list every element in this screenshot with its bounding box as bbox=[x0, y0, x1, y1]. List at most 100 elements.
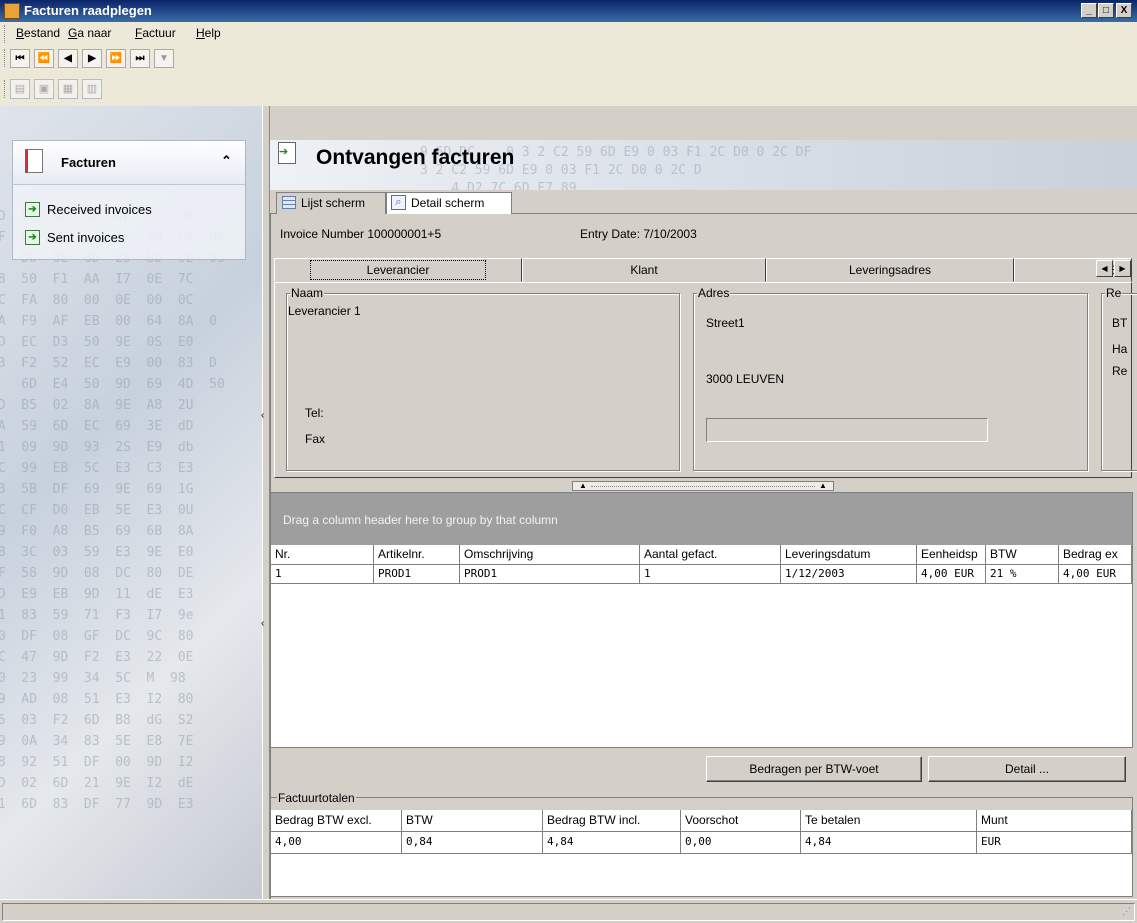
received-invoices-icon: ➔ bbox=[25, 202, 40, 217]
nav-item-label: Received invoices bbox=[47, 202, 152, 217]
totals-header-excl[interactable]: Bedrag BTW excl. bbox=[271, 810, 402, 832]
column-header-nr[interactable]: Nr. bbox=[271, 545, 374, 565]
menu-bar: Bestand Ga naar Factuur Help bbox=[0, 22, 1137, 44]
table-cell[interactable]: 1 bbox=[271, 565, 374, 584]
table-cell[interactable]: 0,84 bbox=[402, 832, 543, 854]
copy-icon[interactable]: ▣ bbox=[34, 79, 54, 99]
last-record-icon[interactable]: ⏭ bbox=[130, 49, 150, 68]
table-cell[interactable]: 4,00 EUR bbox=[917, 565, 986, 584]
totals-header-voorschot[interactable]: Voorschot bbox=[681, 810, 801, 832]
table-cell[interactable]: EUR bbox=[977, 832, 1132, 854]
pane-splitter[interactable]: ‹ ‹ bbox=[261, 106, 270, 899]
tab-label: Leverancier bbox=[309, 260, 487, 280]
column-header-omschrijving[interactable]: Omschrijving bbox=[460, 545, 640, 565]
table-cell[interactable]: 1/12/2003 bbox=[781, 565, 917, 584]
previous-record-icon[interactable]: ◀ bbox=[58, 49, 78, 68]
resize-grip-icon[interactable]: ⋰ bbox=[1122, 906, 1131, 917]
splitter-collapse-icon[interactable]: ‹ bbox=[261, 410, 264, 421]
tab-scroll-right-icon[interactable]: ▶ bbox=[1114, 260, 1131, 277]
chevron-up-icon[interactable]: ▲ bbox=[579, 482, 587, 490]
menu-bestand[interactable]: Bestand bbox=[16, 26, 60, 40]
status-bar: ⋰ bbox=[0, 899, 1137, 923]
left-pane: 5D 02 8A 9E 4F C0 0E 4F EB DE 92 4F 50 E… bbox=[0, 106, 262, 899]
toolbar-grip bbox=[4, 80, 7, 98]
table-cell[interactable]: 21 % bbox=[986, 565, 1059, 584]
supplier-name: Leverancier 1 bbox=[288, 304, 361, 318]
entry-date: Entry Date: 7/10/2003 bbox=[580, 227, 697, 241]
title-bar: Facturen raadplegen _ □ X bbox=[0, 0, 1137, 22]
facturen-panel-header[interactable]: Facturen ⌃ bbox=[13, 141, 245, 185]
tab-leveringsadres[interactable]: Leveringsadres bbox=[766, 258, 1014, 282]
document-icon[interactable]: ▥ bbox=[82, 79, 102, 99]
first-record-icon[interactable]: ⏮ bbox=[10, 49, 30, 68]
column-header-btw[interactable]: BTW bbox=[986, 545, 1059, 565]
tab-label: Detail scherm bbox=[411, 196, 485, 210]
table-cell[interactable]: 4,84 bbox=[801, 832, 977, 854]
table-cell[interactable]: 4,00 EUR bbox=[1059, 565, 1132, 584]
fax-label: Fax bbox=[305, 432, 326, 446]
previous-page-icon[interactable]: ⏪ bbox=[34, 49, 54, 68]
maximize-button[interactable]: □ bbox=[1098, 3, 1114, 18]
minimize-button[interactable]: _ bbox=[1081, 3, 1097, 18]
collapse-chevron-icon[interactable]: ⌃ bbox=[221, 153, 232, 169]
menu-help[interactable]: Help bbox=[196, 26, 221, 40]
column-header-aantal[interactable]: Aantal gefact. bbox=[640, 545, 781, 565]
received-invoice-icon bbox=[278, 142, 296, 164]
chevron-up-icon[interactable]: ▲ bbox=[819, 482, 827, 490]
totals-header-incl[interactable]: Bedrag BTW incl. bbox=[543, 810, 681, 832]
close-button[interactable]: X bbox=[1116, 3, 1132, 18]
column-header-bedrag-excl[interactable]: Bedrag ex bbox=[1059, 545, 1132, 565]
street: Street1 bbox=[706, 316, 745, 330]
column-header-artikelnr[interactable]: Artikelnr. bbox=[374, 545, 460, 565]
right-line: Ha bbox=[1112, 342, 1128, 356]
tab-label: Lijst scherm bbox=[301, 196, 366, 210]
tab-leverancier[interactable]: Leverancier bbox=[274, 258, 522, 282]
app-icon bbox=[4, 3, 20, 19]
nav-item-label: Sent invoices bbox=[47, 230, 125, 245]
table-cell[interactable]: PROD1 bbox=[374, 565, 460, 584]
totals-header-btw[interactable]: BTW bbox=[402, 810, 543, 832]
preview-icon[interactable]: ▦ bbox=[58, 79, 78, 99]
sent-invoices-icon: ➔ bbox=[25, 230, 40, 245]
invoice-lines-grid: Drag a column header here to group by th… bbox=[270, 492, 1133, 748]
totals-header-munt[interactable]: Munt bbox=[977, 810, 1132, 832]
tab-detail-scherm[interactable]: ⌕ Detail scherm bbox=[386, 192, 512, 215]
filter-icon[interactable]: ▼ bbox=[154, 49, 174, 68]
menu-ga-naar[interactable]: Ga naar bbox=[68, 26, 111, 40]
tab-lijst-scherm[interactable]: Lijst scherm bbox=[276, 192, 386, 214]
splitter-collapse-icon[interactable]: ‹ bbox=[261, 618, 264, 629]
table-cell[interactable]: 4,84 bbox=[543, 832, 681, 854]
view-tabs: Lijst scherm ⌕ Detail scherm bbox=[270, 190, 1137, 215]
table-cell[interactable]: 1 bbox=[640, 565, 781, 584]
left-background-pattern: 5D 02 8A 9E 4F C0 0E 4F EB DE 92 4F 50 E… bbox=[0, 209, 225, 812]
facturen-panel-title: Facturen bbox=[61, 155, 116, 170]
bedragen-per-btw-button[interactable]: Bedragen per BTW-voet bbox=[706, 756, 922, 782]
facturen-panel: Facturen ⌃ ➔ Received invoices ➔ Sent in… bbox=[12, 140, 246, 260]
action-toolbar: ▤ ▣ ▦ ▥ bbox=[0, 72, 1137, 106]
naam-legend: Naam bbox=[290, 286, 325, 300]
column-header-leveringsdatum[interactable]: Leveringsdatum bbox=[781, 545, 917, 565]
next-page-icon[interactable]: ⏩ bbox=[106, 49, 126, 68]
group-by-area[interactable]: Drag a column header here to group by th… bbox=[271, 493, 1132, 545]
party-tabs: Leverancier Klant Leveringsadres B ◀ ▶ bbox=[274, 258, 1132, 282]
naam-group: Naam Leverancier 1 Tel: Fax bbox=[286, 286, 680, 471]
tab-klant[interactable]: Klant bbox=[522, 258, 766, 282]
tel-label: Tel: bbox=[305, 406, 324, 420]
table-cell[interactable]: 4,00 bbox=[271, 832, 402, 854]
supplier-detail-frame: Naam Leverancier 1 Tel: Fax Adres Street… bbox=[274, 282, 1137, 478]
address-extra-field[interactable] bbox=[706, 418, 988, 442]
table-cell[interactable]: 0,00 bbox=[681, 832, 801, 854]
totals-header-te-betalen[interactable]: Te betalen bbox=[801, 810, 977, 832]
menu-factuur[interactable]: Factuur bbox=[135, 26, 176, 40]
next-record-icon[interactable]: ▶ bbox=[82, 49, 102, 68]
detail-collapse-handle[interactable]: ▲ ▲ bbox=[572, 481, 834, 491]
page-title: Ontvangen facturen bbox=[316, 146, 515, 169]
detail-button[interactable]: Detail ... bbox=[928, 756, 1126, 782]
column-header-eenheidsprijs[interactable]: Eenheidsp bbox=[917, 545, 986, 565]
collapser-line bbox=[591, 486, 815, 487]
tab-scroll-left-icon[interactable]: ◀ bbox=[1096, 260, 1113, 277]
right-group: Re BT Ha Re bbox=[1101, 286, 1137, 471]
print-icon[interactable]: ▤ bbox=[10, 79, 30, 99]
factuurtotalen-group: Factuurtotalen Bedrag BTW excl. BTW Bedr… bbox=[270, 791, 1133, 897]
table-cell[interactable]: PROD1 bbox=[460, 565, 640, 584]
